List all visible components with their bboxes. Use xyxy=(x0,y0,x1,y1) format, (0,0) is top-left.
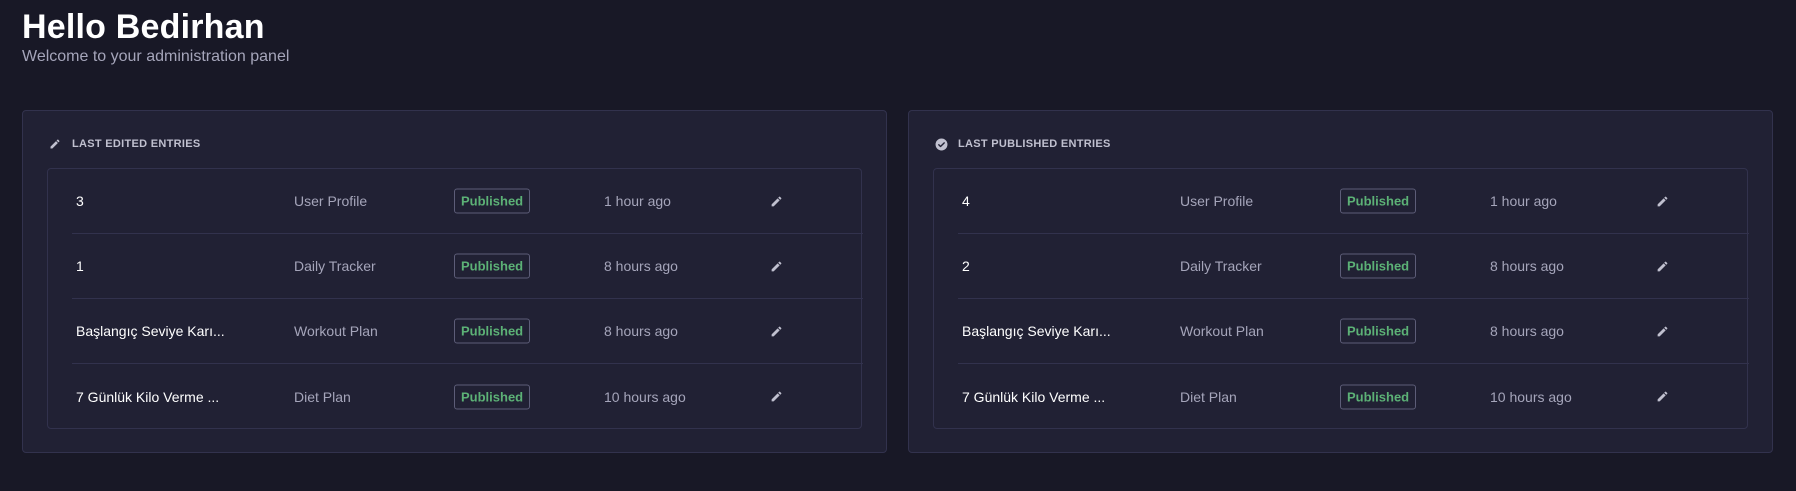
entry-title[interactable]: 4 xyxy=(962,193,970,209)
entry-content-type: Workout Plan xyxy=(294,323,378,339)
entry-updated-time: 10 hours ago xyxy=(604,388,686,405)
entry-updated-time: 8 hours ago xyxy=(1490,323,1564,339)
status-badge: Published xyxy=(1340,188,1417,214)
entries-table: 4 User Profile Published 1 hour ago 2 Da… xyxy=(933,168,1749,429)
pencil-icon xyxy=(1657,261,1667,271)
entry-title[interactable]: 3 xyxy=(76,193,84,209)
entry-updated-time: 8 hours ago xyxy=(1490,258,1564,274)
pencil-icon xyxy=(1657,196,1667,206)
pencil-icon xyxy=(1657,326,1667,336)
entry-content-type: Daily Tracker xyxy=(294,258,376,274)
admin-home-page: Hello Bedirhan Welcome to your administr… xyxy=(0,0,1796,491)
entry-title[interactable]: Başlangıç Seviye Karı... xyxy=(962,323,1111,339)
pencil-icon xyxy=(771,261,781,271)
last-published-entries-panel: LAST PUBLISHED ENTRIES 4 User Profile Pu… xyxy=(908,110,1773,453)
edit-entry-button[interactable] xyxy=(769,259,783,273)
pencil-icon xyxy=(771,391,781,402)
check-circle-icon xyxy=(934,137,948,151)
entry-content-type: Workout Plan xyxy=(1180,323,1264,339)
entry-updated-time: 1 hour ago xyxy=(1490,193,1557,209)
table-row[interactable]: 7 Günlük Kilo Verme ... Diet Plan Publis… xyxy=(72,364,863,429)
table-row[interactable]: 2 Daily Tracker Published 8 hours ago xyxy=(958,234,1749,299)
entry-updated-time: 1 hour ago xyxy=(604,193,671,209)
edit-entry-button[interactable] xyxy=(769,390,783,404)
page-title: Hello Bedirhan xyxy=(22,8,265,46)
page-subtitle: Welcome to your administration panel xyxy=(22,48,290,65)
table-row[interactable]: 3 User Profile Published 1 hour ago xyxy=(72,169,863,234)
status-badge: Published xyxy=(1340,384,1417,409)
edit-entry-button[interactable] xyxy=(1655,390,1669,404)
entry-title[interactable]: 7 Günlük Kilo Verme ... xyxy=(76,389,219,405)
last-edited-entries-panel: LAST EDITED ENTRIES 3 User Profile Publi… xyxy=(22,110,887,453)
edit-entry-button[interactable] xyxy=(769,194,783,208)
status-badge: Published xyxy=(1340,253,1417,279)
entry-updated-time: 8 hours ago xyxy=(604,258,678,274)
panel-header: LAST PUBLISHED ENTRIES xyxy=(934,136,1111,152)
status-badge: Published xyxy=(454,253,531,279)
table-row[interactable]: 1 Daily Tracker Published 8 hours ago xyxy=(72,234,863,299)
pencil-icon xyxy=(771,196,781,206)
entry-title[interactable]: Başlangıç Seviye Karı... xyxy=(76,323,225,339)
panel-title: LAST EDITED ENTRIES xyxy=(72,138,201,150)
entry-updated-time: 10 hours ago xyxy=(1490,388,1572,405)
status-badge: Published xyxy=(454,318,531,344)
entry-title[interactable]: 7 Günlük Kilo Verme ... xyxy=(962,389,1105,405)
pencil-icon xyxy=(48,137,62,151)
pencil-icon xyxy=(1657,391,1667,402)
edit-entry-button[interactable] xyxy=(769,324,783,338)
table-row[interactable]: Başlangıç Seviye Karı... Workout Plan Pu… xyxy=(958,299,1749,364)
status-badge: Published xyxy=(1340,318,1417,344)
entry-content-type: Diet Plan xyxy=(1180,388,1237,405)
entry-content-type: User Profile xyxy=(1180,193,1254,209)
entries-table: 3 User Profile Published 1 hour ago 1 Da… xyxy=(47,168,863,429)
status-badge: Published xyxy=(454,188,531,214)
table-row[interactable]: Başlangıç Seviye Karı... Workout Plan Pu… xyxy=(72,299,863,364)
entry-content-type: Diet Plan xyxy=(294,388,351,405)
edit-entry-button[interactable] xyxy=(1655,194,1669,208)
entry-content-type: User Profile xyxy=(294,193,368,209)
panel-title: LAST PUBLISHED ENTRIES xyxy=(958,138,1111,150)
entry-title[interactable]: 2 xyxy=(962,258,970,274)
edit-entry-button[interactable] xyxy=(1655,324,1669,338)
table-row[interactable]: 4 User Profile Published 1 hour ago xyxy=(958,169,1749,234)
panel-header: LAST EDITED ENTRIES xyxy=(48,136,201,152)
pencil-icon xyxy=(771,326,781,336)
entry-title[interactable]: 1 xyxy=(76,258,84,274)
edit-entry-button[interactable] xyxy=(1655,259,1669,273)
entry-content-type: Daily Tracker xyxy=(1180,258,1262,274)
table-row[interactable]: 7 Günlük Kilo Verme ... Diet Plan Publis… xyxy=(958,364,1749,429)
entry-updated-time: 8 hours ago xyxy=(604,323,678,339)
status-badge: Published xyxy=(454,384,531,409)
